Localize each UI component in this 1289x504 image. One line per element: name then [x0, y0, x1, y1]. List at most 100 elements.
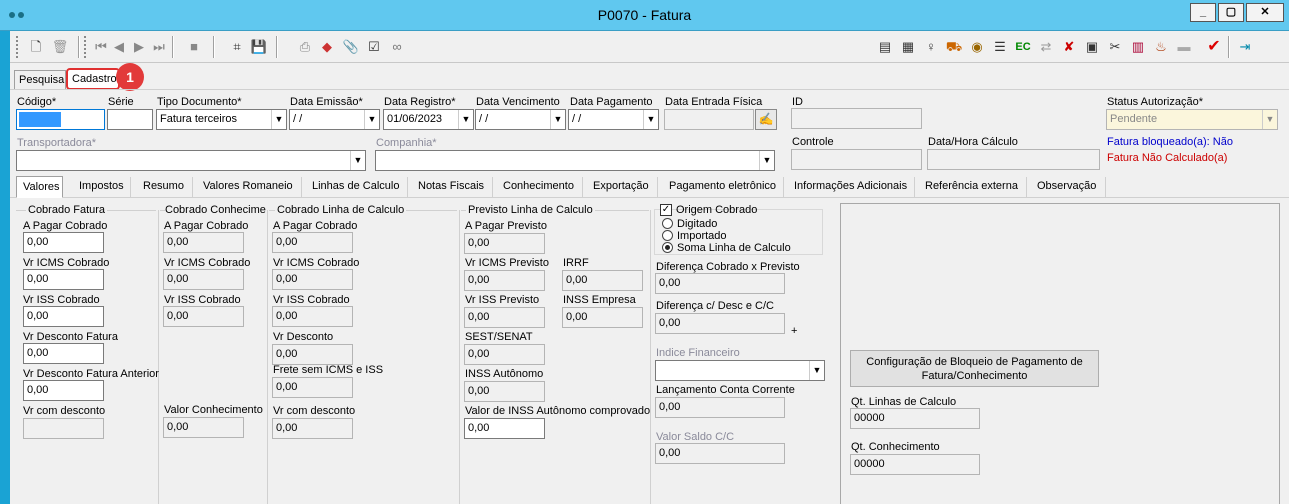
cf-desconto-input[interactable]: 0,00: [23, 343, 104, 364]
arrows-icon[interactable]: ⇄: [1037, 38, 1055, 56]
stop-icon[interactable]: ■: [185, 38, 203, 56]
car-icon[interactable]: ◉: [968, 38, 986, 56]
id-input[interactable]: [791, 108, 922, 129]
diferenca-desc-input[interactable]: 0,00: [655, 313, 785, 334]
alarm-icon[interactable]: ♨: [1152, 38, 1170, 56]
floppy-disk-icon[interactable]: 💾: [250, 38, 268, 56]
cf-desc-anterior-input[interactable]: 0,00: [23, 380, 104, 401]
key-icon[interactable]: ♀: [922, 38, 940, 56]
document-new-icon[interactable]: 🗋: [27, 38, 45, 56]
qt-linhas-input[interactable]: 00000: [850, 408, 980, 429]
printer-icon[interactable]: ⎙: [296, 38, 314, 56]
checklist-icon[interactable]: ☑: [365, 38, 383, 56]
truck-icon[interactable]: ⛟: [945, 38, 963, 56]
tab-valores[interactable]: Valores: [16, 176, 63, 198]
pv-inss-autonomo-input[interactable]: 0,00: [464, 381, 545, 402]
chevron-down-icon[interactable]: ▼: [809, 361, 824, 380]
radio-importado[interactable]: [662, 230, 673, 241]
screen-icon[interactable]: ▣: [1083, 38, 1101, 56]
paperclip-icon[interactable]: 📎: [342, 38, 360, 56]
cc-icms-input[interactable]: 0,00: [163, 269, 244, 290]
pv-iss-input[interactable]: 0,00: [464, 307, 545, 328]
cancel-icon[interactable]: ✘: [1060, 38, 1078, 56]
trailer-icon[interactable]: ▬: [1175, 38, 1193, 56]
next-record-icon[interactable]: ▶: [130, 38, 148, 56]
data-pagamento-input[interactable]: / / ▼: [568, 109, 659, 130]
tab-pagamento-eletronico[interactable]: Pagamento eletrônico: [669, 180, 776, 193]
last-record-icon[interactable]: ⏭: [150, 38, 168, 56]
cl-com-desconto-input[interactable]: 0,00: [272, 418, 353, 439]
cf-icms-input[interactable]: 0,00: [23, 269, 104, 290]
signature-pen-icon[interactable]: ✍: [755, 109, 777, 130]
eraser-icon[interactable]: ◆: [318, 38, 336, 56]
lancamento-cc-input[interactable]: 0,00: [655, 397, 785, 418]
trash-icon[interactable]: 🗑: [51, 38, 69, 56]
config-bloqueio-button[interactable]: Configuração de Bloqueio de Pagamento de…: [850, 350, 1099, 387]
minimize-button[interactable]: _: [1190, 3, 1216, 22]
cc-iss-input[interactable]: 0,00: [163, 306, 244, 327]
data-emissao-input[interactable]: / / ▼: [289, 109, 380, 130]
data-registro-input[interactable]: 01/06/2023 ▼: [383, 109, 474, 130]
tab-conhecimento[interactable]: Conhecimento: [503, 180, 574, 193]
first-record-icon[interactable]: ⏮: [92, 38, 110, 56]
diferenca-cobrado-input[interactable]: 0,00: [655, 273, 785, 294]
chevron-down-icon[interactable]: ▼: [271, 110, 286, 129]
tools-icon[interactable]: ✂: [1106, 38, 1124, 56]
status-autorizacao-select[interactable]: Pendente ▼: [1106, 109, 1278, 130]
radio-digitado[interactable]: [662, 218, 673, 229]
chevron-down-icon[interactable]: ▼: [458, 110, 473, 129]
cf-iss-input[interactable]: 0,00: [23, 306, 104, 327]
chevron-down-icon[interactable]: ▼: [643, 110, 658, 129]
check-icon[interactable]: ✔: [1205, 38, 1223, 56]
cc-a-pagar-input[interactable]: 0,00: [163, 232, 244, 253]
serie-input[interactable]: [107, 109, 153, 130]
chevron-down-icon[interactable]: ▼: [550, 110, 565, 129]
data-vencimento-input[interactable]: / / ▼: [475, 109, 566, 130]
chain-link-icon[interactable]: ∞: [388, 38, 406, 56]
maximize-button[interactable]: ▢: [1218, 3, 1244, 22]
tab-informacoes-adicionais[interactable]: Informações Adicionais: [794, 180, 907, 193]
pv-irrf-input[interactable]: 0,00: [562, 270, 643, 291]
binoculars-icon[interactable]: ⌗: [228, 38, 246, 56]
valor-saldo-cc-input[interactable]: 0,00: [655, 443, 785, 464]
cl-frete-input[interactable]: 0,00: [272, 377, 353, 398]
tab-valores-romaneio[interactable]: Valores Romaneio: [203, 180, 293, 193]
codigo-input[interactable]: [16, 109, 105, 130]
ec-icon[interactable]: EC: [1014, 38, 1032, 56]
tipo-documento-select[interactable]: Fatura terceiros ▼: [156, 109, 287, 130]
tab-resumo[interactable]: Resumo: [143, 180, 184, 193]
controle-input[interactable]: [791, 149, 922, 170]
close-button[interactable]: ✕: [1246, 3, 1284, 22]
tab-observacao[interactable]: Observação: [1037, 180, 1096, 193]
tab-pesquisa[interactable]: Pesquisa: [14, 70, 66, 90]
chevron-down-icon[interactable]: ▼: [1262, 110, 1277, 129]
qt-conhecimento-input[interactable]: 00000: [850, 454, 980, 475]
cf-a-pagar-input[interactable]: 0,00: [23, 232, 104, 253]
pv-icms-input[interactable]: 0,00: [464, 270, 545, 291]
folder-icon[interactable]: ▥: [1129, 38, 1147, 56]
previous-record-icon[interactable]: ◀: [110, 38, 128, 56]
list-icon[interactable]: ☰: [991, 38, 1009, 56]
tab-exportacao[interactable]: Exportação: [593, 180, 649, 193]
calendar-icon[interactable]: ▦: [899, 38, 917, 56]
tab-impostos[interactable]: Impostos: [79, 180, 124, 193]
chevron-down-icon[interactable]: ▼: [364, 110, 379, 129]
data-entrada-input[interactable]: [664, 109, 754, 130]
cf-com-desconto-input[interactable]: [23, 418, 104, 439]
pv-inss-comprovado-input[interactable]: 0,00: [464, 418, 545, 439]
chevron-down-icon[interactable]: ▼: [350, 151, 365, 170]
cl-a-pagar-input[interactable]: 0,00: [272, 232, 353, 253]
radio-soma-linha[interactable]: [662, 242, 673, 253]
tab-notas-fiscais[interactable]: Notas Fiscais: [418, 180, 484, 193]
companhia-select[interactable]: ▼: [375, 150, 775, 171]
tab-cadastro[interactable]: Cadastro: [66, 68, 120, 90]
database-icon[interactable]: ▤: [876, 38, 894, 56]
tab-referencia-externa[interactable]: Referência externa: [925, 180, 1018, 193]
chevron-down-icon[interactable]: ▼: [759, 151, 774, 170]
cl-iss-input[interactable]: 0,00: [272, 306, 353, 327]
indice-financeiro-select[interactable]: ▼: [655, 360, 825, 381]
cc-valor-input[interactable]: 0,00: [163, 417, 244, 438]
data-hora-calculo-input[interactable]: [927, 149, 1100, 170]
cl-icms-input[interactable]: 0,00: [272, 269, 353, 290]
exit-icon[interactable]: ⇥: [1236, 38, 1254, 56]
